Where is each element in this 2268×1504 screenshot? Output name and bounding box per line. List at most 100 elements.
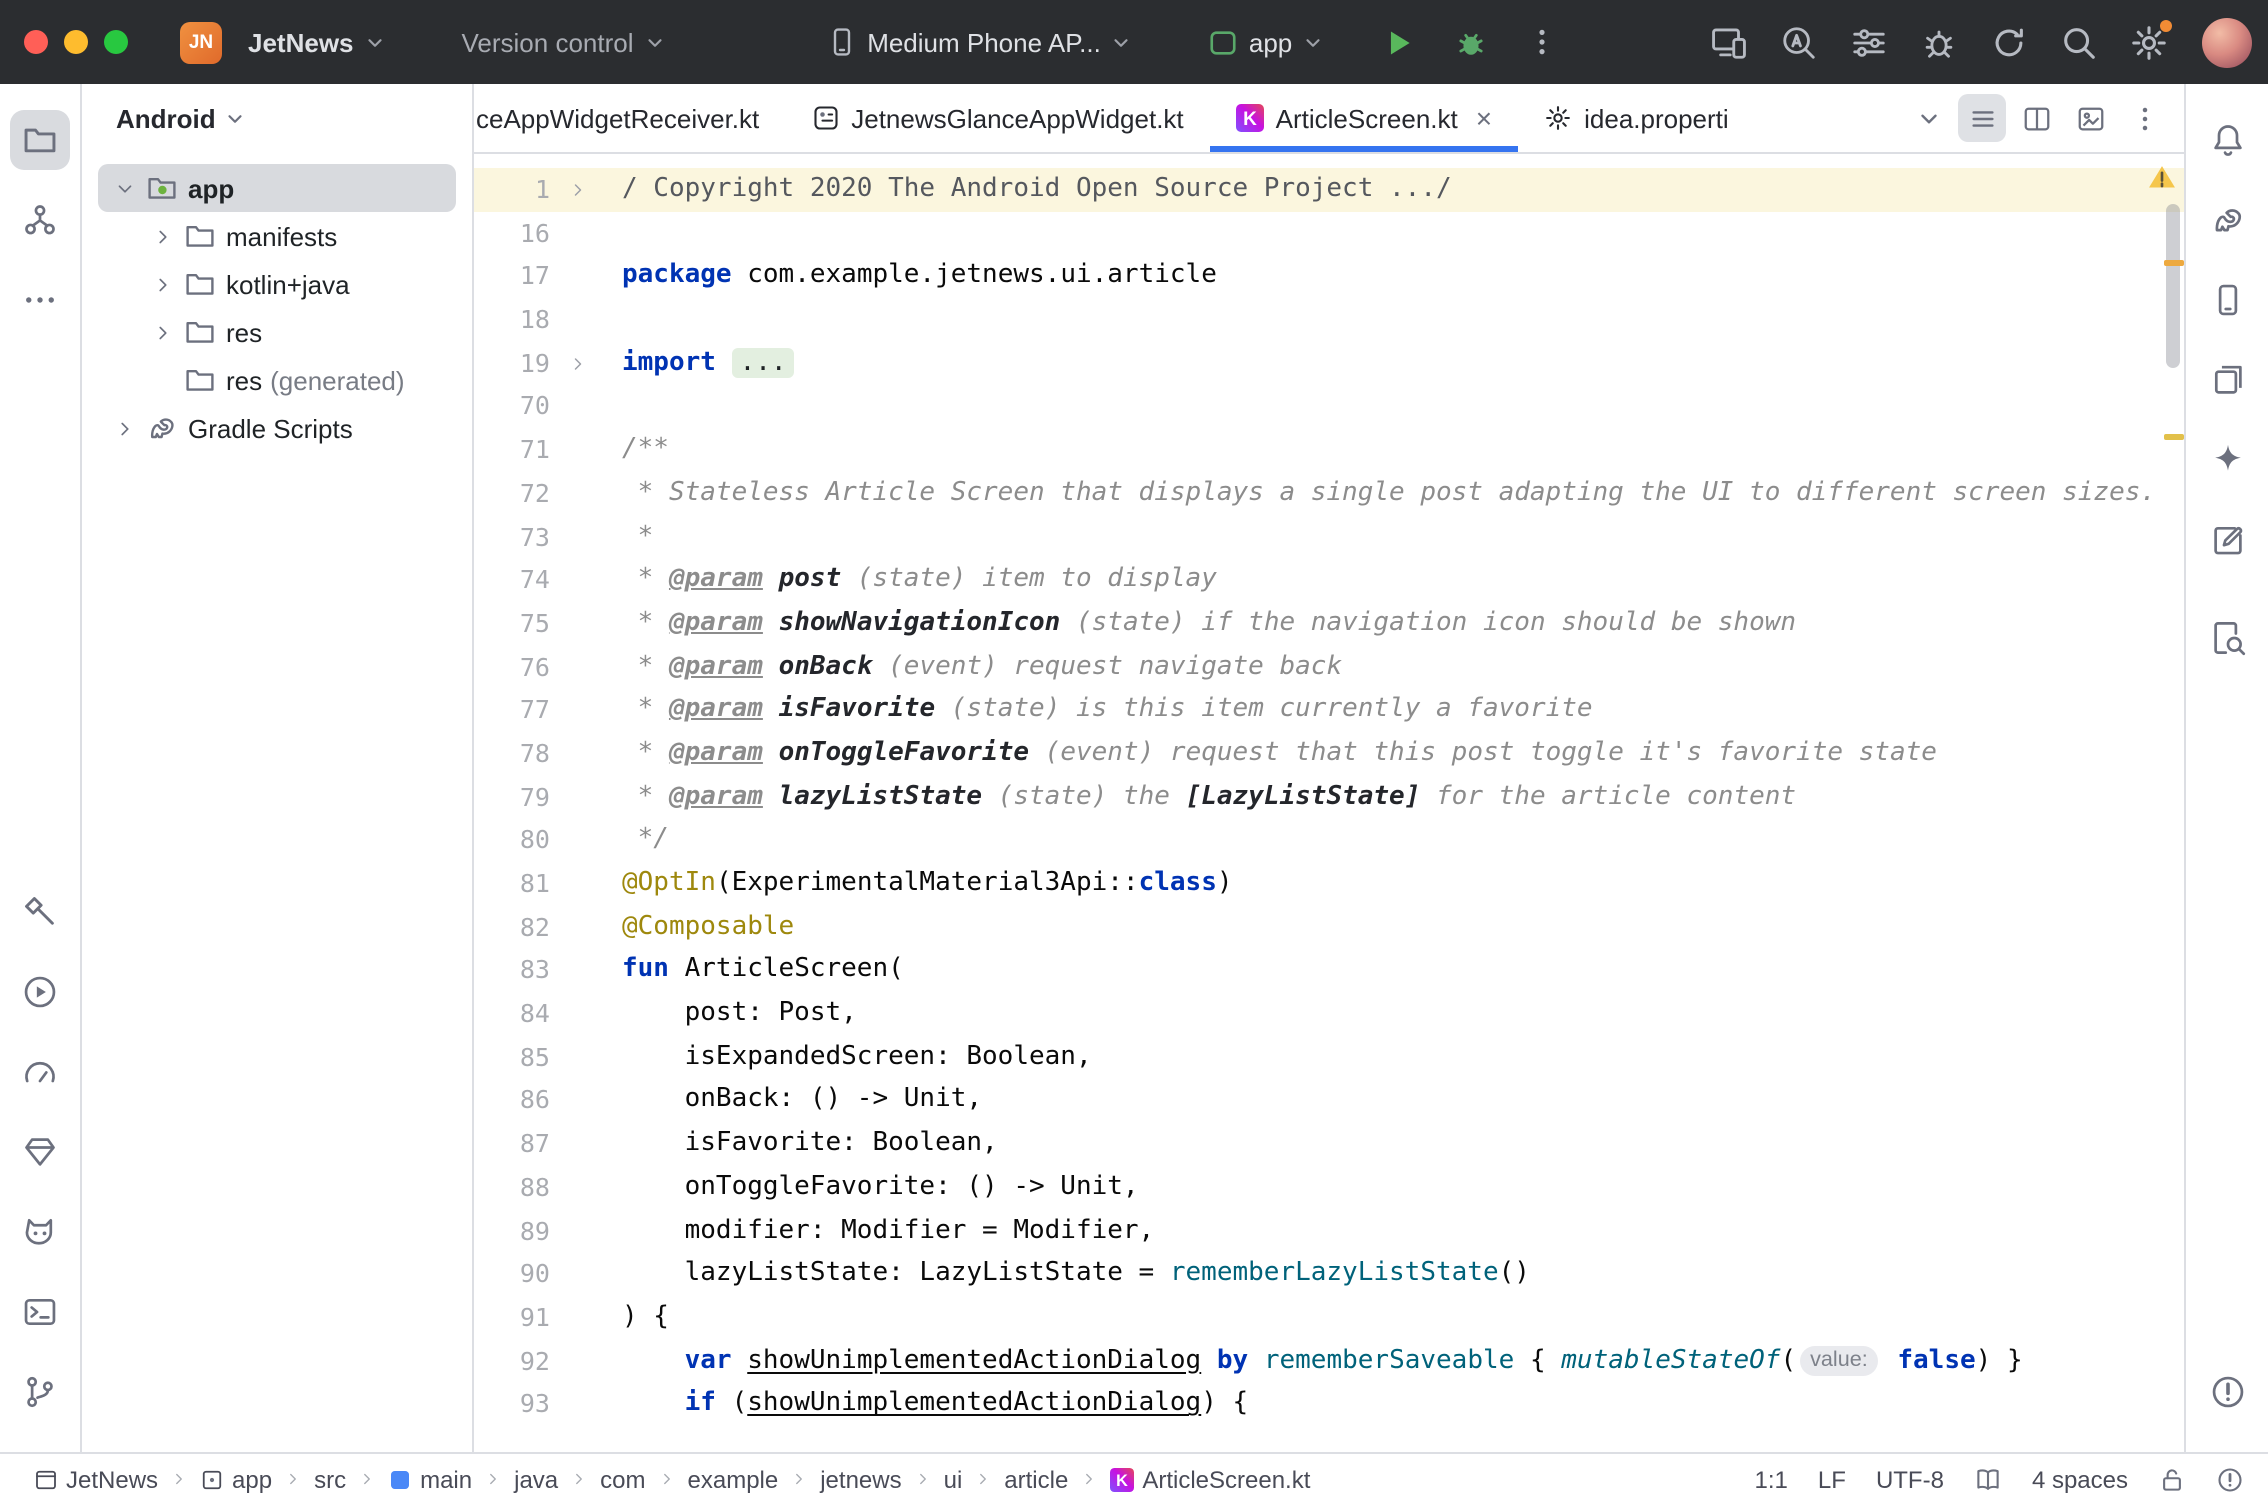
split-editor-button[interactable]: [2012, 94, 2060, 142]
tree-item-manifests[interactable]: manifests: [98, 212, 456, 260]
preview-button[interactable]: [2066, 94, 2114, 142]
line-number[interactable]: 79: [474, 775, 550, 818]
resource-manager-tool-button[interactable]: [10, 190, 70, 250]
line-number[interactable]: 73: [474, 515, 550, 558]
line-number[interactable]: 87: [474, 1122, 550, 1165]
line-number[interactable]: 16: [474, 211, 550, 254]
version-control-tool-button[interactable]: [10, 1362, 70, 1422]
gradle-sync-button[interactable]: [1984, 16, 2036, 68]
line-number[interactable]: 18: [474, 298, 550, 341]
minimize-window-button[interactable]: [64, 30, 88, 54]
vcs-menu-button[interactable]: Version control: [450, 19, 678, 65]
line-number[interactable]: 85: [474, 1036, 550, 1079]
line-number[interactable]: 83: [474, 949, 550, 992]
app-quality-insights-tool-button[interactable]: [10, 1122, 70, 1182]
line-number[interactable]: 89: [474, 1209, 550, 1252]
line-number[interactable]: 76: [474, 645, 550, 688]
line-number[interactable]: 77: [474, 689, 550, 732]
gemini-tool-button[interactable]: [2197, 430, 2257, 490]
inspection-highlights-icon[interactable]: [2216, 1465, 2244, 1493]
breadcrumb-java[interactable]: java: [508, 1463, 564, 1495]
device-manager-button[interactable]: [1704, 16, 1756, 68]
breadcrumb-ui[interactable]: ui: [938, 1463, 969, 1495]
fold-region-icon[interactable]: [550, 342, 606, 385]
line-number[interactable]: 78: [474, 732, 550, 775]
line-number[interactable]: 91: [474, 1296, 550, 1339]
more-tool-windows-button[interactable]: [10, 270, 70, 330]
line-number[interactable]: 81: [474, 862, 550, 905]
close-window-button[interactable]: [24, 30, 48, 54]
problems-tool-button[interactable]: [2197, 1362, 2257, 1422]
tab-idea-properti[interactable]: idea.properti: [1518, 84, 1755, 152]
breadcrumb-app[interactable]: app: [194, 1463, 278, 1495]
logcat-tool-button[interactable]: [10, 1202, 70, 1262]
search-everywhere-button[interactable]: [2054, 16, 2106, 68]
debug-button[interactable]: [1444, 16, 1496, 68]
project-view-selector[interactable]: Android: [82, 84, 472, 154]
device-selector-button[interactable]: Medium Phone AP...: [813, 18, 1145, 66]
tree-item-app[interactable]: app: [98, 164, 456, 212]
line-number[interactable]: 75: [474, 602, 550, 645]
breadcrumb-jetnews[interactable]: JetNews: [28, 1463, 164, 1495]
inspections-warning-icon[interactable]: [2148, 164, 2176, 198]
cursor-position[interactable]: 1:1: [1755, 1465, 1788, 1493]
line-number[interactable]: 1: [474, 168, 550, 211]
inspect-code-button[interactable]: [1774, 16, 1826, 68]
line-number[interactable]: 72: [474, 472, 550, 515]
fold-region-icon[interactable]: [550, 168, 606, 211]
breadcrumb-example[interactable]: example: [682, 1463, 785, 1495]
chevron-down-icon[interactable]: [110, 174, 138, 202]
file-encoding[interactable]: UTF-8: [1876, 1465, 1944, 1493]
line-number[interactable]: 90: [474, 1252, 550, 1295]
line-number[interactable]: 80: [474, 819, 550, 862]
profiler-tool-button[interactable]: [10, 1042, 70, 1102]
scrollbar-warning-mark[interactable]: [2164, 434, 2184, 440]
project-menu-button[interactable]: JetNews: [236, 19, 398, 65]
build-tool-button[interactable]: [10, 882, 70, 942]
line-separator[interactable]: LF: [1818, 1465, 1846, 1493]
breadcrumb-src[interactable]: src: [308, 1463, 352, 1495]
line-number[interactable]: 71: [474, 428, 550, 471]
gradle-tool-button[interactable]: [2197, 190, 2257, 250]
line-number[interactable]: 70: [474, 385, 550, 428]
tree-item-res[interactable]: res: [98, 308, 456, 356]
line-number[interactable]: 93: [474, 1383, 550, 1426]
layout-inspector-tool-button[interactable]: [2197, 510, 2257, 570]
tab-ceappwidgetreceiver-kt[interactable]: ceAppWidgetReceiver.kt: [474, 84, 785, 152]
breadcrumb-articlescreen-kt[interactable]: KArticleScreen.kt: [1104, 1463, 1316, 1495]
zoom-window-button[interactable]: [104, 30, 128, 54]
project-tool-button[interactable]: [10, 110, 70, 170]
breadcrumb-jetnews[interactable]: jetnews: [814, 1463, 907, 1495]
chevron-right-icon[interactable]: [148, 222, 176, 250]
chevron-right-icon[interactable]: [148, 270, 176, 298]
line-number[interactable]: 74: [474, 558, 550, 601]
close-tab-icon[interactable]: ×: [1476, 104, 1492, 132]
hidden-tabs-button[interactable]: [1904, 94, 1952, 142]
device-manager-tool-button[interactable]: [2197, 270, 2257, 330]
tree-item-kotlin-java[interactable]: kotlin+java: [98, 260, 456, 308]
tree-item-gradle-scripts[interactable]: Gradle Scripts: [98, 404, 456, 452]
line-number[interactable]: 88: [474, 1166, 550, 1209]
chevron-right-icon[interactable]: [110, 414, 138, 442]
tab-articlescreen-kt[interactable]: KArticleScreen.kt×: [1210, 84, 1518, 152]
lock-icon[interactable]: [2158, 1465, 2186, 1493]
more-actions-button[interactable]: [1516, 16, 1568, 68]
run-button[interactable]: [1372, 16, 1424, 68]
line-number[interactable]: 84: [474, 992, 550, 1035]
line-number[interactable]: 19: [474, 342, 550, 385]
editor-options-button[interactable]: [2120, 94, 2168, 142]
tab-jetnewsglanceappwidget-kt[interactable]: JetnewsGlanceAppWidget.kt: [785, 84, 1209, 152]
indent-setting[interactable]: 4 spaces: [2032, 1465, 2128, 1493]
line-number[interactable]: 86: [474, 1079, 550, 1122]
tree-item-res-generated[interactable]: res(generated): [98, 356, 456, 404]
terminal-tool-button[interactable]: [10, 1282, 70, 1342]
line-number[interactable]: 17: [474, 255, 550, 298]
breadcrumb-main[interactable]: main: [382, 1463, 478, 1495]
run-tool-button[interactable]: [10, 962, 70, 1022]
app-insights-tool-button[interactable]: [2197, 608, 2257, 668]
reader-mode-icon[interactable]: [1974, 1465, 2002, 1493]
editor-scrollbar[interactable]: [2166, 204, 2180, 368]
editor-list-view-button[interactable]: [1958, 94, 2006, 142]
settings-button[interactable]: [2124, 16, 2176, 68]
line-number[interactable]: 92: [474, 1339, 550, 1382]
